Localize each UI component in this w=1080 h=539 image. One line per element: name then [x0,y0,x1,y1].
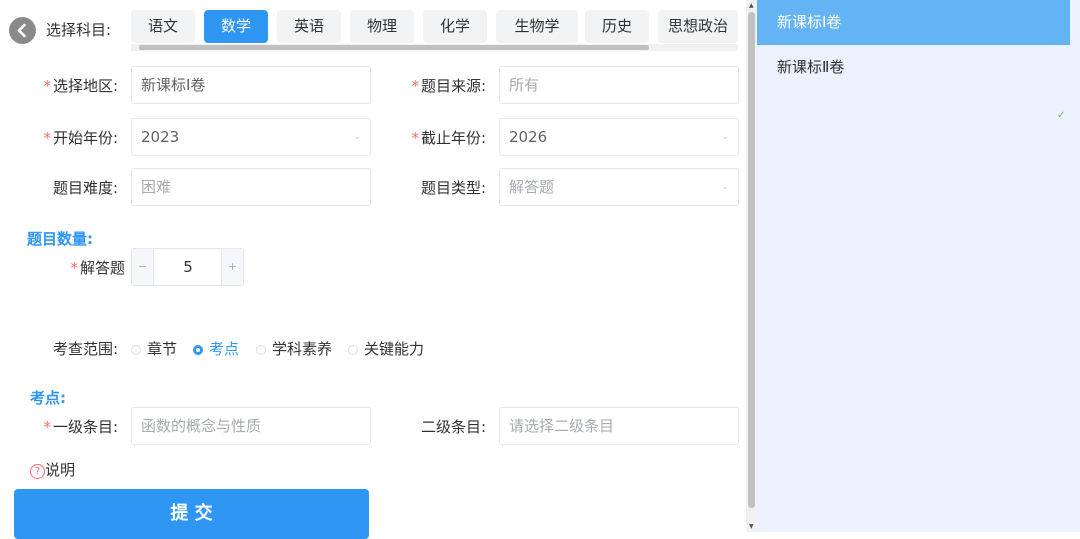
type-select[interactable]: 解答题 ⌄ [499,168,739,206]
tab-math[interactable]: 数学 [204,10,268,43]
increment-button[interactable]: + [221,249,243,285]
level1-label: * 一级条目: [43,418,118,436]
tabs-scrollbar-thumb[interactable] [139,45,649,50]
difficulty-label: 题目难度: [52,179,118,197]
tab-physics[interactable]: 物理 [350,10,414,43]
tabs-scrollbar[interactable] [131,44,738,51]
end-year-value: 2026 [509,128,548,146]
decrement-button[interactable]: − [132,249,154,285]
tab-history[interactable]: 历史 [585,10,649,43]
level1-field[interactable]: 函数的概念与性质 [131,407,371,445]
subject-label: 选择科目: [46,21,112,39]
level2-label: 二级条目: [420,418,486,436]
source-label: * 题目来源: [411,77,486,95]
count-label: * 解答题 [70,259,125,277]
chevron-down-icon: ⌄ [721,182,729,192]
radio-circle [348,345,358,355]
region-options-panel: 新课标Ⅰ卷 新课标Ⅱ卷 ✓ [757,0,1080,532]
tab-biology[interactable]: 生物学 [496,10,578,43]
radio-circle [131,345,141,355]
radio-ability[interactable]: 关键能力 [348,340,424,358]
count-value[interactable]: 5 [153,249,223,285]
radio-chapter[interactable]: 章节 [131,340,177,358]
tab-english[interactable]: 英语 [277,10,341,43]
difficulty-field[interactable]: 困难 [131,168,371,206]
region-field[interactable]: 新课标Ⅰ卷 [131,66,371,104]
start-year-value: 2023 [141,128,180,146]
level2-field[interactable]: 请选择二级条目 [499,407,739,445]
radio-circle [256,345,266,355]
scroll-down-arrow[interactable]: ▼ [749,523,754,530]
radio-point[interactable]: 考点 [193,340,239,358]
count-stepper[interactable]: − 5 + [131,248,244,286]
source-field[interactable]: 所有 [499,66,739,104]
help-icon: ? [30,464,45,479]
chevron-left-icon [17,23,26,38]
count-section-title: 题目数量: [27,230,93,248]
start-year-select[interactable]: 2023 ⌄ [131,118,371,156]
back-button[interactable] [9,17,36,44]
end-year-label: * 截止年份: [411,129,486,147]
end-year-select[interactable]: 2026 ⌄ [499,118,739,156]
form-scrollbar[interactable]: ▲ ▼ [746,0,757,532]
scroll-up-arrow[interactable]: ▲ [749,2,754,9]
scope-label: 考查范围: [52,340,118,358]
radio-circle [193,345,203,355]
chevron-down-icon: ⌄ [353,132,361,142]
tab-politics[interactable]: 思想政治 [658,10,738,43]
option-region-1[interactable]: 新课标Ⅰ卷 [757,0,1070,45]
start-year-label: * 开始年份: [43,129,118,147]
form-scrollbar-thumb[interactable] [748,12,755,508]
point-section-title: 考点: [30,389,66,407]
region-label: * 选择地区: [43,77,118,95]
type-label: 题目类型: [420,179,486,197]
tab-chemistry[interactable]: 化学 [423,10,487,43]
help-link[interactable]: ? 说明 [30,461,75,479]
tab-chinese[interactable]: 语文 [131,10,195,43]
type-placeholder: 解答题 [509,178,555,196]
check-icon: ✓ [1057,110,1066,121]
radio-literacy[interactable]: 学科素养 [256,340,332,358]
chevron-down-icon: ⌄ [721,132,729,142]
option-region-2[interactable]: 新课标Ⅱ卷 [757,45,1070,90]
